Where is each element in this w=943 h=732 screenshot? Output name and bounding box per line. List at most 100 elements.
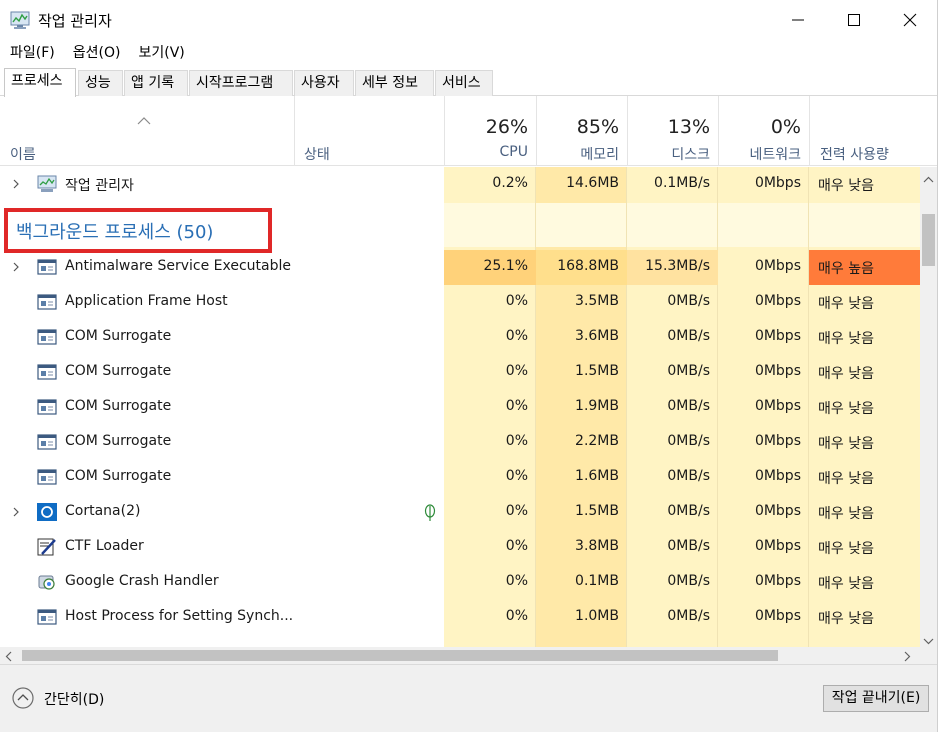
sort-ascending-icon [137, 113, 151, 129]
tab-startup[interactable]: 시작프로그램 [189, 70, 293, 96]
disk-value: 0.1MB/s [654, 175, 710, 191]
memory-value: 1.6MB [575, 468, 619, 484]
vertical-scrollbar[interactable] [920, 167, 937, 647]
memory-column-label: 메모리 [580, 147, 619, 163]
service-window-icon [37, 433, 57, 451]
column-header-memory[interactable]: 85% 메모리 [536, 96, 627, 166]
end-task-button[interactable]: 작업 끝내기(E) [823, 685, 929, 712]
tab-app-history[interactable]: 앱 기록 [124, 70, 188, 96]
disk-value: 0MB/s [667, 293, 710, 309]
process-name: 작업 관리자 [65, 178, 134, 194]
network-value: 0Mbps [754, 258, 801, 274]
cpu-value: 0% [505, 503, 528, 519]
power-column-label: 전력 사용량 [820, 147, 889, 163]
column-header-status[interactable]: 상태 [294, 96, 444, 166]
fewer-details-link[interactable]: 간단히(D) [44, 689, 104, 709]
process-row[interactable]: Antimalware Service Executable 25.1% 168.8… [0, 250, 920, 285]
process-row[interactable]: CTF Loader 0% 3.8MB 0MB/s 0Mbps 매우 낮음 [0, 530, 920, 565]
service-window-icon [37, 293, 57, 311]
network-value: 0Mbps [754, 468, 801, 484]
power-value: 매우 낮음 [818, 436, 874, 452]
process-name: Cortana(2) [65, 503, 141, 519]
process-name: COM Surrogate [65, 468, 172, 484]
horizontal-scrollbar[interactable] [0, 647, 920, 664]
disk-total-percent: 13% [667, 116, 710, 138]
menu-bar: 파일(F) 옵션(O) 보기(V) [0, 40, 194, 64]
power-value: 매우 낮음 [818, 331, 874, 347]
power-value: 매우 낮음 [818, 471, 874, 487]
disk-column-label: 디스크 [671, 147, 710, 163]
tab-processes[interactable]: 프로세스 [4, 68, 76, 97]
process-row[interactable]: COM Surrogate 0% 3.6MB 0MB/s 0Mbps 매우 낮음 [0, 320, 920, 355]
tab-performance[interactable]: 성능 [78, 70, 123, 96]
disk-value: 0MB/s [667, 573, 710, 589]
column-status-label: 상태 [304, 147, 330, 163]
power-value: 매우 높음 [818, 261, 874, 277]
process-name: Google Crash Handler [65, 573, 219, 589]
scroll-up-icon[interactable] [923, 171, 934, 187]
column-header-power[interactable]: 전력 사용량 [809, 96, 937, 166]
process-row[interactable]: COM Surrogate 0% 1.6MB 0MB/s 0Mbps 매우 낮음 [0, 460, 920, 495]
column-header-disk[interactable]: 13% 디스크 [627, 96, 718, 166]
network-value: 0Mbps [754, 503, 801, 519]
tab-details[interactable]: 세부 정보 [355, 70, 434, 96]
expand-chevron-icon[interactable] [11, 261, 21, 273]
process-row[interactable]: Cortana(2) 0% 1.5MB 0MB/s 0Mbps 매우 낮음 [0, 495, 920, 530]
memory-value: 3.6MB [575, 328, 619, 344]
horizontal-scroll-thumb[interactable] [22, 650, 778, 661]
process-row-task-manager[interactable]: 작업 관리자 0.2% 14.6MB 0.1MB/s 0Mbps 매우 낮음 [0, 167, 920, 202]
maximize-button[interactable] [825, 0, 883, 40]
group-header-bg [444, 203, 920, 247]
process-name: COM Surrogate [65, 398, 172, 414]
scrollbar-corner [920, 647, 937, 664]
menu-file[interactable]: 파일(F) [0, 42, 64, 62]
disk-value: 0MB/s [667, 328, 710, 344]
cpu-column-label: CPU [499, 144, 528, 160]
disk-value: 15.3MB/s [645, 258, 710, 274]
task-manager-icon [10, 10, 30, 30]
power-value: 매우 낮음 [818, 576, 874, 592]
tab-users[interactable]: 사용자 [294, 70, 354, 96]
power-value: 매우 낮음 [818, 178, 874, 194]
cpu-value: 0% [505, 293, 528, 309]
cpu-total-percent: 26% [485, 116, 528, 138]
power-value: 매우 낮음 [818, 366, 874, 382]
close-button[interactable] [881, 0, 939, 40]
disk-value: 0MB/s [667, 468, 710, 484]
expand-chevron-icon[interactable] [11, 506, 21, 518]
column-name-label: 이름 [10, 147, 36, 163]
expand-chevron-icon[interactable] [11, 178, 21, 190]
memory-value: 1.5MB [575, 363, 619, 379]
process-row[interactable]: COM Surrogate 0% 1.5MB 0MB/s 0Mbps 매우 낮음 [0, 355, 920, 390]
process-name: Application Frame Host [65, 293, 228, 309]
vertical-scroll-thumb[interactable] [922, 214, 935, 266]
network-value: 0Mbps [754, 175, 801, 191]
service-window-icon [37, 258, 57, 276]
process-row[interactable]: Host Process for Setting Synch... 0% 1.0MB… [0, 600, 920, 635]
cpu-value: 25.1% [483, 258, 528, 274]
process-row[interactable]: COM Surrogate 0% 1.9MB 0MB/s 0Mbps 매우 낮음 [0, 390, 920, 425]
tab-services[interactable]: 서비스 [435, 70, 493, 96]
process-row[interactable]: Google Crash Handler 0% 0.1MB 0MB/s 0Mbps 매우 … [0, 565, 920, 600]
column-header-cpu[interactable]: 26% CPU [444, 96, 536, 166]
memory-value: 3.5MB [575, 293, 619, 309]
column-header-name[interactable]: 이름 [0, 96, 294, 166]
network-value: 0Mbps [754, 538, 801, 554]
minimize-button[interactable] [769, 0, 827, 40]
power-value: 매우 낮음 [818, 541, 874, 557]
disk-value: 0MB/s [667, 503, 710, 519]
collapse-up-icon[interactable] [12, 687, 34, 709]
process-name: Host Process for Setting Synch... [65, 608, 294, 624]
cpu-value: 0% [505, 433, 528, 449]
service-window-icon [37, 398, 57, 416]
network-value: 0Mbps [754, 608, 801, 624]
menu-view[interactable]: 보기(V) [129, 42, 193, 62]
process-name: CTF Loader [65, 538, 144, 554]
menu-options[interactable]: 옵션(O) [64, 42, 130, 62]
disk-value: 0MB/s [667, 398, 710, 414]
process-row[interactable]: Application Frame Host 0% 3.5MB 0MB/s 0Mbps 매… [0, 285, 920, 320]
process-name: COM Surrogate [65, 363, 172, 379]
column-header-network[interactable]: 0% 네트워크 [718, 96, 809, 166]
process-row[interactable]: COM Surrogate 0% 2.2MB 0MB/s 0Mbps 매우 낮음 [0, 425, 920, 460]
network-value: 0Mbps [754, 293, 801, 309]
